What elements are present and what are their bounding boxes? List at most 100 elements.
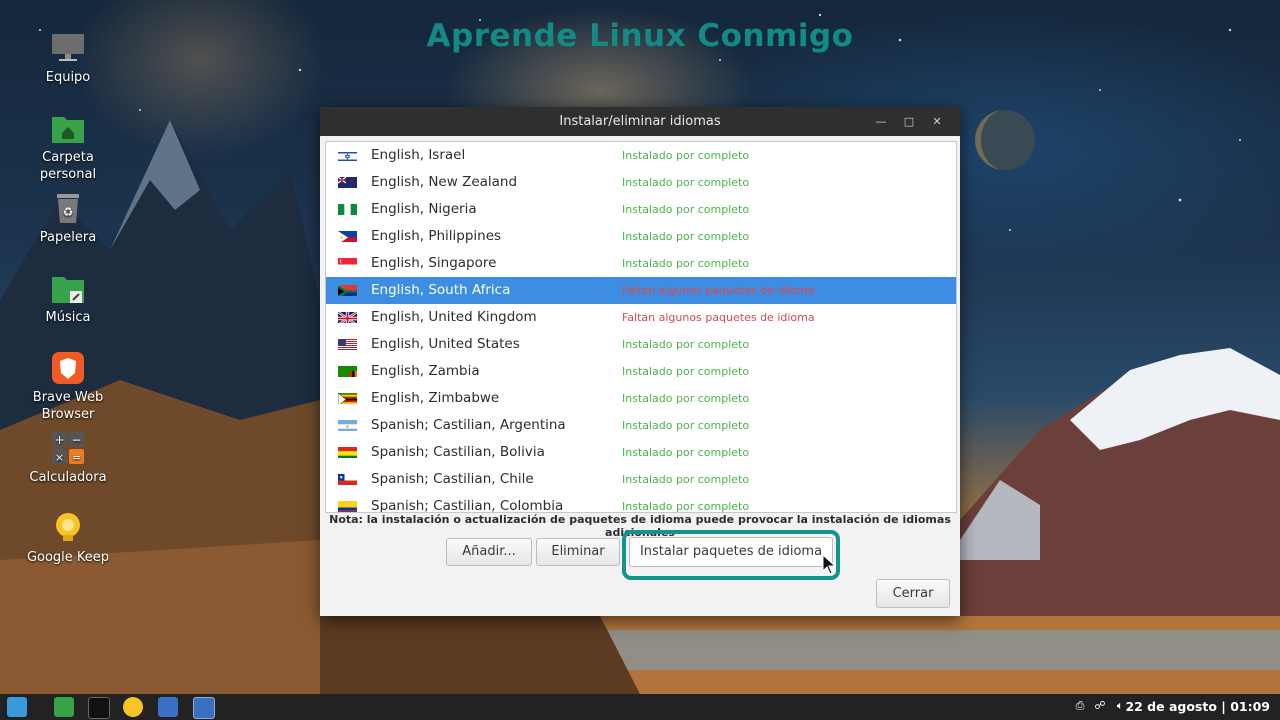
language-row[interactable]: English, Philippines Instalado por compl…: [326, 223, 956, 250]
language-status: Instalado por completo: [622, 338, 750, 351]
flag-chile-icon: [338, 472, 357, 485]
flag-bolivia-icon: [338, 445, 357, 458]
brave-lion-icon: [51, 351, 85, 385]
language-status: Instalado por completo: [622, 230, 750, 243]
language-row[interactable]: Spanish; Castilian, Argentina Instalado …: [326, 412, 956, 439]
language-row[interactable]: English, Israel Instalado por completo: [326, 142, 956, 169]
menu-icon[interactable]: [7, 697, 27, 717]
desktop-icon-musica[interactable]: Música: [23, 271, 113, 326]
language-name: Spanish; Castilian, Chile: [371, 471, 534, 487]
computer-icon: [51, 31, 85, 65]
language-window: Instalar/eliminar idiomas — □ ✕ English,…: [320, 107, 960, 616]
svg-text:+: +: [54, 433, 64, 447]
language-name: English, Nigeria: [371, 201, 477, 217]
minimize-icon[interactable]: —: [873, 114, 889, 130]
flag-singapore-icon: [338, 256, 357, 269]
language-row[interactable]: Spanish; Castilian, Colombia Instalado p…: [326, 493, 956, 513]
language-settings-icon[interactable]: [193, 697, 215, 719]
language-status: Faltan algunos paquetes de idioma: [622, 284, 815, 297]
language-row-selected[interactable]: English, South Africa Faltan algunos paq…: [326, 277, 956, 304]
language-name: English, New Zealand: [371, 174, 518, 190]
trash-icon: ♻: [51, 191, 85, 225]
language-list[interactable]: English, Israel Instalado por completo E…: [325, 141, 957, 513]
language-status: Instalado por completo: [622, 149, 750, 162]
window-title: Instalar/eliminar idiomas: [559, 114, 721, 129]
language-name: English, Zambia: [371, 363, 480, 379]
language-name: Spanish; Castilian, Argentina: [371, 417, 566, 433]
desktop-icon-carpeta-personal[interactable]: Carpeta personal: [23, 111, 113, 183]
flag-united-kingdom-icon: [338, 310, 357, 323]
language-row[interactable]: English, Nigeria Instalado por completo: [326, 196, 956, 223]
flag-united-states-icon: [338, 337, 357, 350]
language-status: Instalado por completo: [622, 257, 750, 270]
language-row[interactable]: English, Singapore Instalado por complet…: [326, 250, 956, 277]
lightbulb-icon[interactable]: [123, 697, 143, 717]
language-name: English, Israel: [371, 147, 466, 163]
maximize-icon[interactable]: □: [901, 114, 917, 130]
flag-philippines-icon: [338, 229, 357, 242]
language-row[interactable]: English, United Kingdom Faltan algunos p…: [326, 304, 956, 331]
language-status: Instalado por completo: [622, 203, 750, 216]
terminal-icon[interactable]: [88, 697, 110, 719]
language-row[interactable]: English, United States Instalado por com…: [326, 331, 956, 358]
clock[interactable]: 22 de agosto | 01:09: [1125, 694, 1270, 720]
install-language-packs-button[interactable]: Instalar paquetes de idioma: [629, 537, 833, 567]
flag-new-zealand-icon: [338, 175, 357, 188]
language-name: Spanish; Castilian, Bolivia: [371, 444, 545, 460]
flag-nigeria-icon: [338, 202, 357, 215]
language-settings-icon[interactable]: [158, 697, 178, 717]
overlay-title: Aprende Linux Conmigo: [426, 18, 854, 54]
desktop-icon-label: Equipo: [45, 70, 91, 85]
window-titlebar[interactable]: Instalar/eliminar idiomas — □ ✕: [320, 107, 960, 136]
flag-argentina-icon: [338, 418, 357, 431]
flag-israel-icon: [338, 148, 357, 161]
flag-zimbabwe-icon: [338, 391, 357, 404]
desktop-icon-brave[interactable]: Brave Web Browser: [23, 351, 113, 423]
language-row[interactable]: English, New Zealand Instalado por compl…: [326, 169, 956, 196]
language-status: Instalado por completo: [622, 500, 750, 513]
desktop-icon-equipo[interactable]: Equipo: [23, 31, 113, 86]
remove-button[interactable]: Eliminar: [536, 538, 620, 566]
language-name: English, United States: [371, 336, 520, 352]
network-icon[interactable]: ☍: [1094, 700, 1106, 712]
music-folder-icon: [51, 271, 85, 305]
svg-text:♻: ♻: [63, 205, 74, 219]
language-row[interactable]: Spanish; Castilian, Bolivia Instalado po…: [326, 439, 956, 466]
svg-text:=: =: [72, 451, 81, 464]
desktop-icon-label: Papelera: [39, 230, 97, 245]
home-folder-icon: [51, 111, 85, 145]
mouse-pointer-icon: [822, 554, 837, 575]
language-status: Faltan algunos paquetes de idioma: [622, 311, 815, 324]
flag-colombia-icon: [338, 499, 357, 512]
flag-south-africa-icon: [338, 283, 357, 296]
language-status: Instalado por completo: [622, 176, 750, 189]
volume-icon[interactable]: 🔈︎: [1114, 700, 1126, 712]
file-manager-icon[interactable]: [54, 697, 74, 717]
calculator-icon: + − × =: [51, 431, 85, 465]
language-status: Instalado por completo: [622, 419, 750, 432]
desktop-icon-label: Brave Web Browser: [32, 390, 104, 422]
language-name: English, Philippines: [371, 228, 502, 244]
svg-text:×: ×: [55, 451, 64, 464]
desktop-icon-label: Carpeta personal: [39, 150, 97, 182]
close-icon[interactable]: ✕: [929, 114, 945, 130]
language-status: Instalado por completo: [622, 365, 750, 378]
printer-icon[interactable]: ⎙: [1074, 700, 1086, 712]
flag-zambia-icon: [338, 364, 357, 377]
desktop-icon-google-keep[interactable]: Google Keep: [23, 511, 113, 566]
desktop-icon-calculadora[interactable]: + − × = Calculadora: [23, 431, 113, 486]
svg-text:−: −: [71, 433, 81, 447]
lightbulb-icon: [51, 511, 85, 545]
add-button[interactable]: Añadir...: [446, 538, 532, 566]
close-button[interactable]: Cerrar: [876, 579, 950, 608]
language-row[interactable]: English, Zimbabwe Instalado por completo: [326, 385, 956, 412]
desktop-icon-label: Google Keep: [26, 550, 110, 565]
desktop-icon-label: Música: [45, 310, 91, 325]
desktop-icon-papelera[interactable]: ♻ Papelera: [23, 191, 113, 246]
language-status: Instalado por completo: [622, 392, 750, 405]
language-name: Spanish; Castilian, Colombia: [371, 498, 564, 513]
language-row[interactable]: English, Zambia Instalado por completo: [326, 358, 956, 385]
language-name: English, South Africa: [371, 282, 511, 298]
language-row[interactable]: Spanish; Castilian, Chile Instalado por …: [326, 466, 956, 493]
language-name: English, Singapore: [371, 255, 497, 271]
